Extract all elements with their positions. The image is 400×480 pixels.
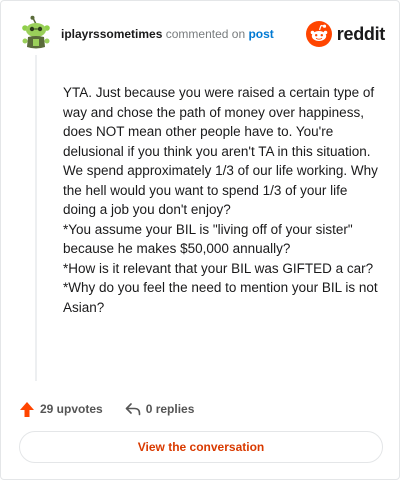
upvote-arrow-icon: [20, 401, 34, 417]
reddit-wordmark: reddit: [336, 23, 386, 44]
snoo-avatar-icon: [22, 15, 50, 49]
comment-meta: iplayrssometimes commented on post: [61, 27, 274, 41]
username[interactable]: iplayrssometimes: [61, 27, 162, 41]
post-link[interactable]: post: [248, 27, 273, 41]
comment-card: iplayrssometimes commented on post reddi…: [0, 0, 400, 480]
comment-header: iplayrssometimes commented on post reddi…: [19, 15, 385, 55]
comment-actions: 29 upvotes 0 replies: [19, 399, 194, 419]
avatar[interactable]: [19, 15, 55, 51]
thread-line: [35, 55, 37, 381]
comment-paragraph: We spend approximately 1/3 of our life w…: [63, 163, 378, 217]
comment-paragraph: YTA. Just because you were raised a cert…: [63, 85, 375, 159]
reply-button[interactable]: 0 replies: [125, 402, 195, 416]
reply-count: 0 replies: [145, 402, 195, 416]
action-text: commented on: [165, 27, 246, 41]
comment-paragraph: *You assume your BIL is "living off of y…: [63, 221, 353, 257]
comment-paragraph: *How is it relevant that your BIL was GI…: [63, 260, 374, 276]
reply-arrow-icon: [125, 403, 141, 416]
reddit-logo[interactable]: reddit: [305, 21, 386, 47]
comment-body: YTA. Just because you were raised a cert…: [63, 83, 383, 317]
view-conversation-button[interactable]: View the conversation: [19, 431, 383, 463]
upvote-button[interactable]: 29 upvotes: [19, 401, 103, 418]
reddit-alien-icon: [305, 21, 332, 47]
upvote-count: 29 upvotes: [40, 402, 103, 416]
comment-paragraph: *Why do you feel the need to mention you…: [63, 280, 378, 315]
